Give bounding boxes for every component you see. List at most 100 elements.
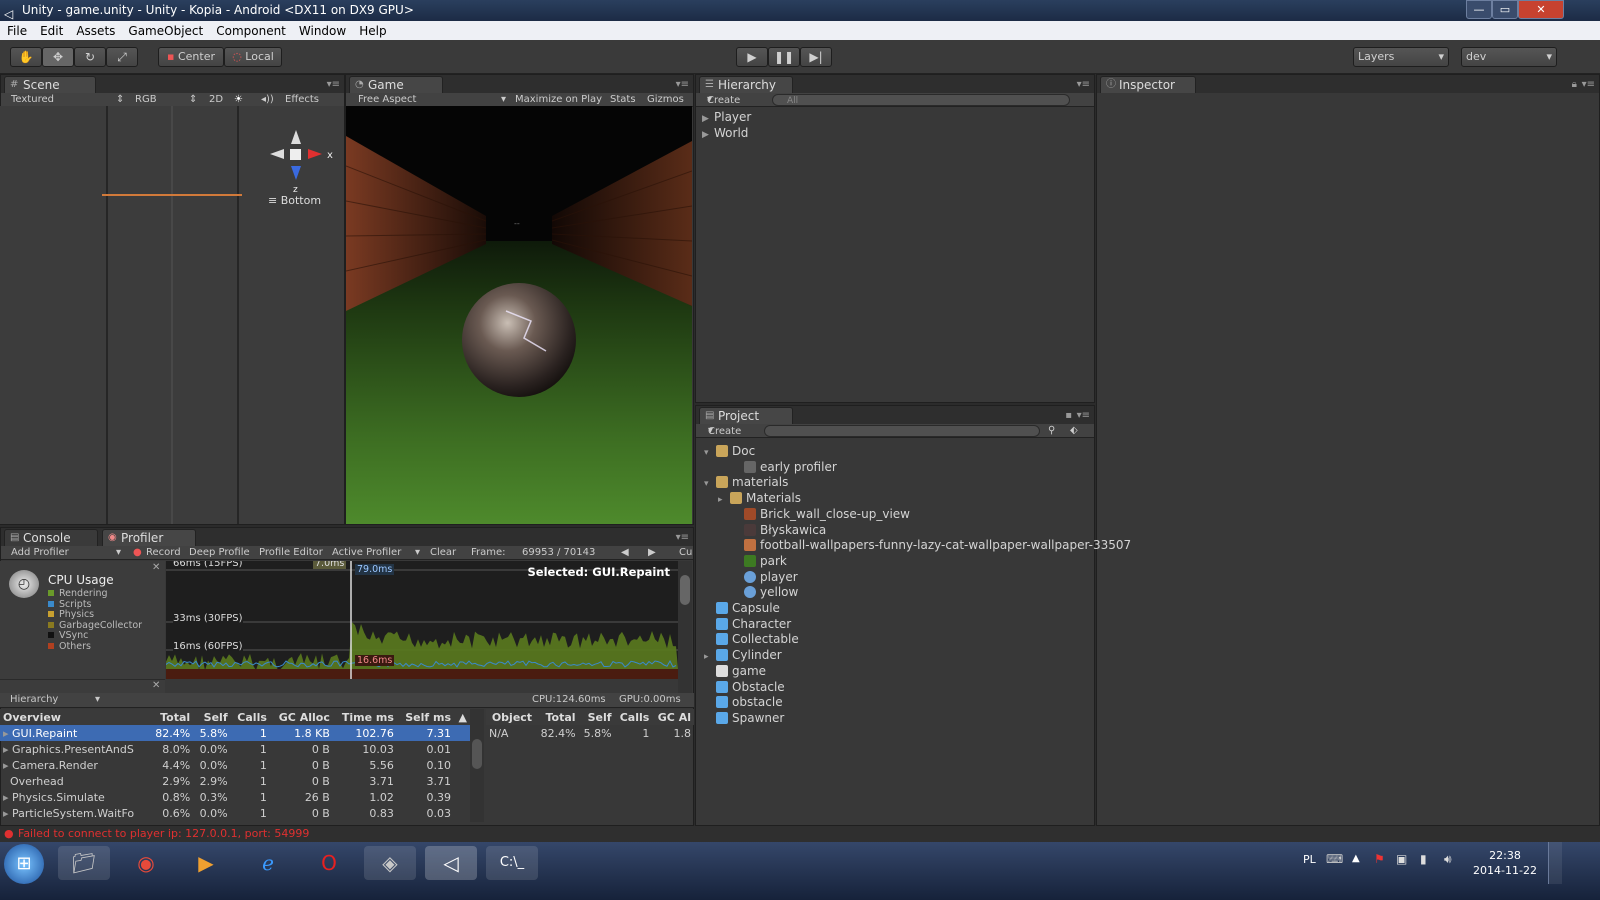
add-profiler-dropdown[interactable]: Add Profiler — [11, 547, 69, 558]
expand-arrow-icon[interactable]: ▸ — [3, 727, 12, 740]
project-item[interactable]: Brick_wall_close-up_view — [732, 506, 910, 522]
project-create-button[interactable]: Create ▾ — [708, 425, 741, 437]
unity-taskbar-icon[interactable]: ◁ — [425, 846, 477, 880]
hierarchy-item-world[interactable]: ▶ World — [702, 125, 748, 141]
gizmo-center-cube[interactable] — [290, 149, 301, 160]
project-search-input[interactable] — [764, 425, 1040, 437]
gizmo-y-cone[interactable] — [291, 130, 301, 144]
project-item[interactable]: Błyskawica — [732, 522, 826, 538]
gizmo-x-cone[interactable] — [308, 149, 322, 159]
tab-hierarchy[interactable]: ☰ Hierarchy — [699, 76, 793, 93]
move-tool-icon[interactable]: ✥ — [42, 47, 74, 67]
table-row[interactable]: ▸ Camera.Render 4.4% 0.0% 1 0 B 5.56 0.10 — [0, 757, 470, 773]
panel-menu-icon[interactable]: ▾≡ — [327, 79, 340, 90]
menu-edit[interactable]: Edit — [33, 24, 69, 38]
legend-item[interactable]: GarbageCollector — [48, 620, 142, 631]
close-icon[interactable]: ✕ — [152, 680, 160, 691]
tab-console[interactable]: ▤ Console — [4, 529, 98, 546]
opera-icon[interactable]: O — [303, 846, 355, 880]
project-item[interactable]: Collectable — [704, 631, 799, 647]
column-header[interactable]: Object — [486, 709, 536, 725]
lock-icon[interactable]: ▪ — [1065, 410, 1072, 421]
table-row[interactable]: N/A 82.4% 5.8% 1 1.8 — [486, 725, 694, 741]
column-header[interactable]: Overview — [0, 709, 148, 725]
column-header[interactable]: Total — [148, 709, 194, 725]
column-header[interactable]: Self — [193, 709, 231, 725]
audio-icon[interactable]: ◂)) — [261, 94, 274, 105]
tab-project[interactable]: ▤ Project — [699, 407, 793, 424]
expand-arrow-icon[interactable]: ▸ — [3, 743, 12, 756]
gizmo-view-label[interactable]: ≡ Bottom — [268, 194, 321, 207]
lock-icon[interactable]: 🔒︎ — [1572, 79, 1577, 90]
clock[interactable]: 22:38 2014-11-22 — [1472, 848, 1538, 878]
render-mode-dropdown[interactable]: Textured — [11, 94, 54, 105]
menu-component[interactable]: Component — [209, 24, 292, 38]
expand-arrow-icon[interactable]: ▸ — [3, 759, 12, 772]
clear-button[interactable]: Clear — [430, 547, 456, 558]
keyboard-icon[interactable]: ⌨ — [1326, 852, 1343, 866]
pivot-center-button[interactable]: ▪ Center — [158, 47, 224, 67]
expand-arrow-icon[interactable]: ▾ — [704, 445, 716, 461]
scrollbar-thumb[interactable] — [680, 575, 690, 605]
app-icon[interactable]: ◈ — [364, 846, 416, 880]
column-header[interactable]: Self — [578, 709, 615, 725]
scale-tool-icon[interactable]: ⤢ — [106, 47, 138, 67]
menu-file[interactable]: File — [0, 24, 33, 38]
scene-viewport[interactable]: x z ≡ Bottom — [0, 106, 344, 524]
column-header[interactable]: Self ms — [396, 709, 455, 725]
project-item[interactable]: park — [732, 553, 787, 569]
menu-gameobject[interactable]: GameObject — [121, 24, 209, 38]
layout-dropdown[interactable]: dev ▾ — [1461, 47, 1557, 67]
close-button[interactable]: ✕ — [1518, 0, 1564, 19]
project-item[interactable]: early profiler — [732, 459, 837, 475]
panel-menu-icon[interactable]: ▾≡ — [1582, 79, 1595, 90]
close-module-icon[interactable]: ✕ — [152, 562, 160, 573]
panel-menu-icon[interactable]: ▾≡ — [676, 79, 689, 90]
cmd-icon[interactable]: C:\_ — [486, 846, 538, 880]
panel-menu-icon[interactable]: ▾≡ — [676, 532, 689, 543]
volume-icon[interactable]: 🔊︎ — [1444, 852, 1452, 867]
view-mode-dropdown[interactable]: Hierarchy — [10, 694, 58, 705]
column-header[interactable]: ▲ — [454, 709, 470, 725]
panel-menu-icon[interactable]: ▾≡ — [1077, 79, 1090, 90]
language-indicator[interactable]: PL — [1303, 853, 1316, 866]
filter-type-icon[interactable]: ⚲ — [1048, 425, 1055, 436]
project-item[interactable]: ▾ Doc — [704, 443, 755, 459]
hierarchy-search-input[interactable]: All — [772, 94, 1070, 106]
column-header[interactable]: GC Al — [652, 709, 694, 725]
project-item[interactable]: Capsule — [704, 600, 780, 616]
internet-explorer-icon[interactable]: ℯ — [242, 846, 294, 880]
legend-item[interactable]: Rendering — [48, 589, 108, 599]
explorer-icon[interactable]: 📁︎ — [58, 846, 110, 880]
prev-frame-icon[interactable]: ◀ — [621, 547, 629, 558]
rotate-tool-icon[interactable]: ↻ — [74, 47, 106, 67]
project-item[interactable]: Character — [704, 616, 791, 632]
effects-dropdown[interactable]: Effects — [285, 94, 319, 105]
tab-profiler[interactable]: ◉ Profiler — [102, 529, 196, 546]
project-item[interactable]: yellow — [732, 584, 798, 600]
deep-profile-toggle[interactable]: Deep Profile — [189, 547, 250, 558]
record-toggle[interactable]: Record — [146, 547, 181, 558]
filter-label-icon[interactable]: ⬖ — [1070, 425, 1078, 436]
toggle-2d-button[interactable]: 2D — [209, 94, 223, 105]
current-frame-button[interactable]: Cu — [679, 547, 692, 558]
project-item[interactable]: ▸ Materials — [718, 490, 801, 506]
menu-help[interactable]: Help — [352, 24, 392, 38]
legend-item[interactable]: Scripts — [48, 599, 92, 610]
gizmo-z-cone[interactable] — [291, 166, 301, 180]
cpu-module[interactable]: ◴ CPU Usage ✕ Rendering Scripts Physics Gar… — [0, 561, 165, 679]
next-frame-icon[interactable]: ▶ — [648, 547, 656, 558]
aspect-dropdown[interactable]: Free Aspect — [358, 94, 416, 105]
table-scrollbar[interactable] — [470, 709, 484, 822]
expand-arrow-icon[interactable]: ▶ — [702, 127, 714, 143]
profile-editor-toggle[interactable]: Profile Editor — [259, 547, 323, 558]
step-button[interactable]: ▶| — [800, 47, 832, 67]
game-viewport[interactable]: -- — [345, 106, 693, 524]
pivot-local-button[interactable]: ◌ Local — [224, 47, 282, 67]
table-row[interactable]: ▸ Physics.Simulate 0.8% 0.3% 1 26 B 1.02 0.39 — [0, 789, 470, 805]
minimize-button[interactable]: — — [1466, 0, 1492, 19]
project-item[interactable]: Spawner — [704, 710, 784, 726]
pause-button[interactable]: ❚❚ — [768, 47, 800, 67]
hierarchy-item-player[interactable]: ▶ Player — [702, 109, 751, 125]
project-item[interactable]: game — [704, 663, 766, 679]
